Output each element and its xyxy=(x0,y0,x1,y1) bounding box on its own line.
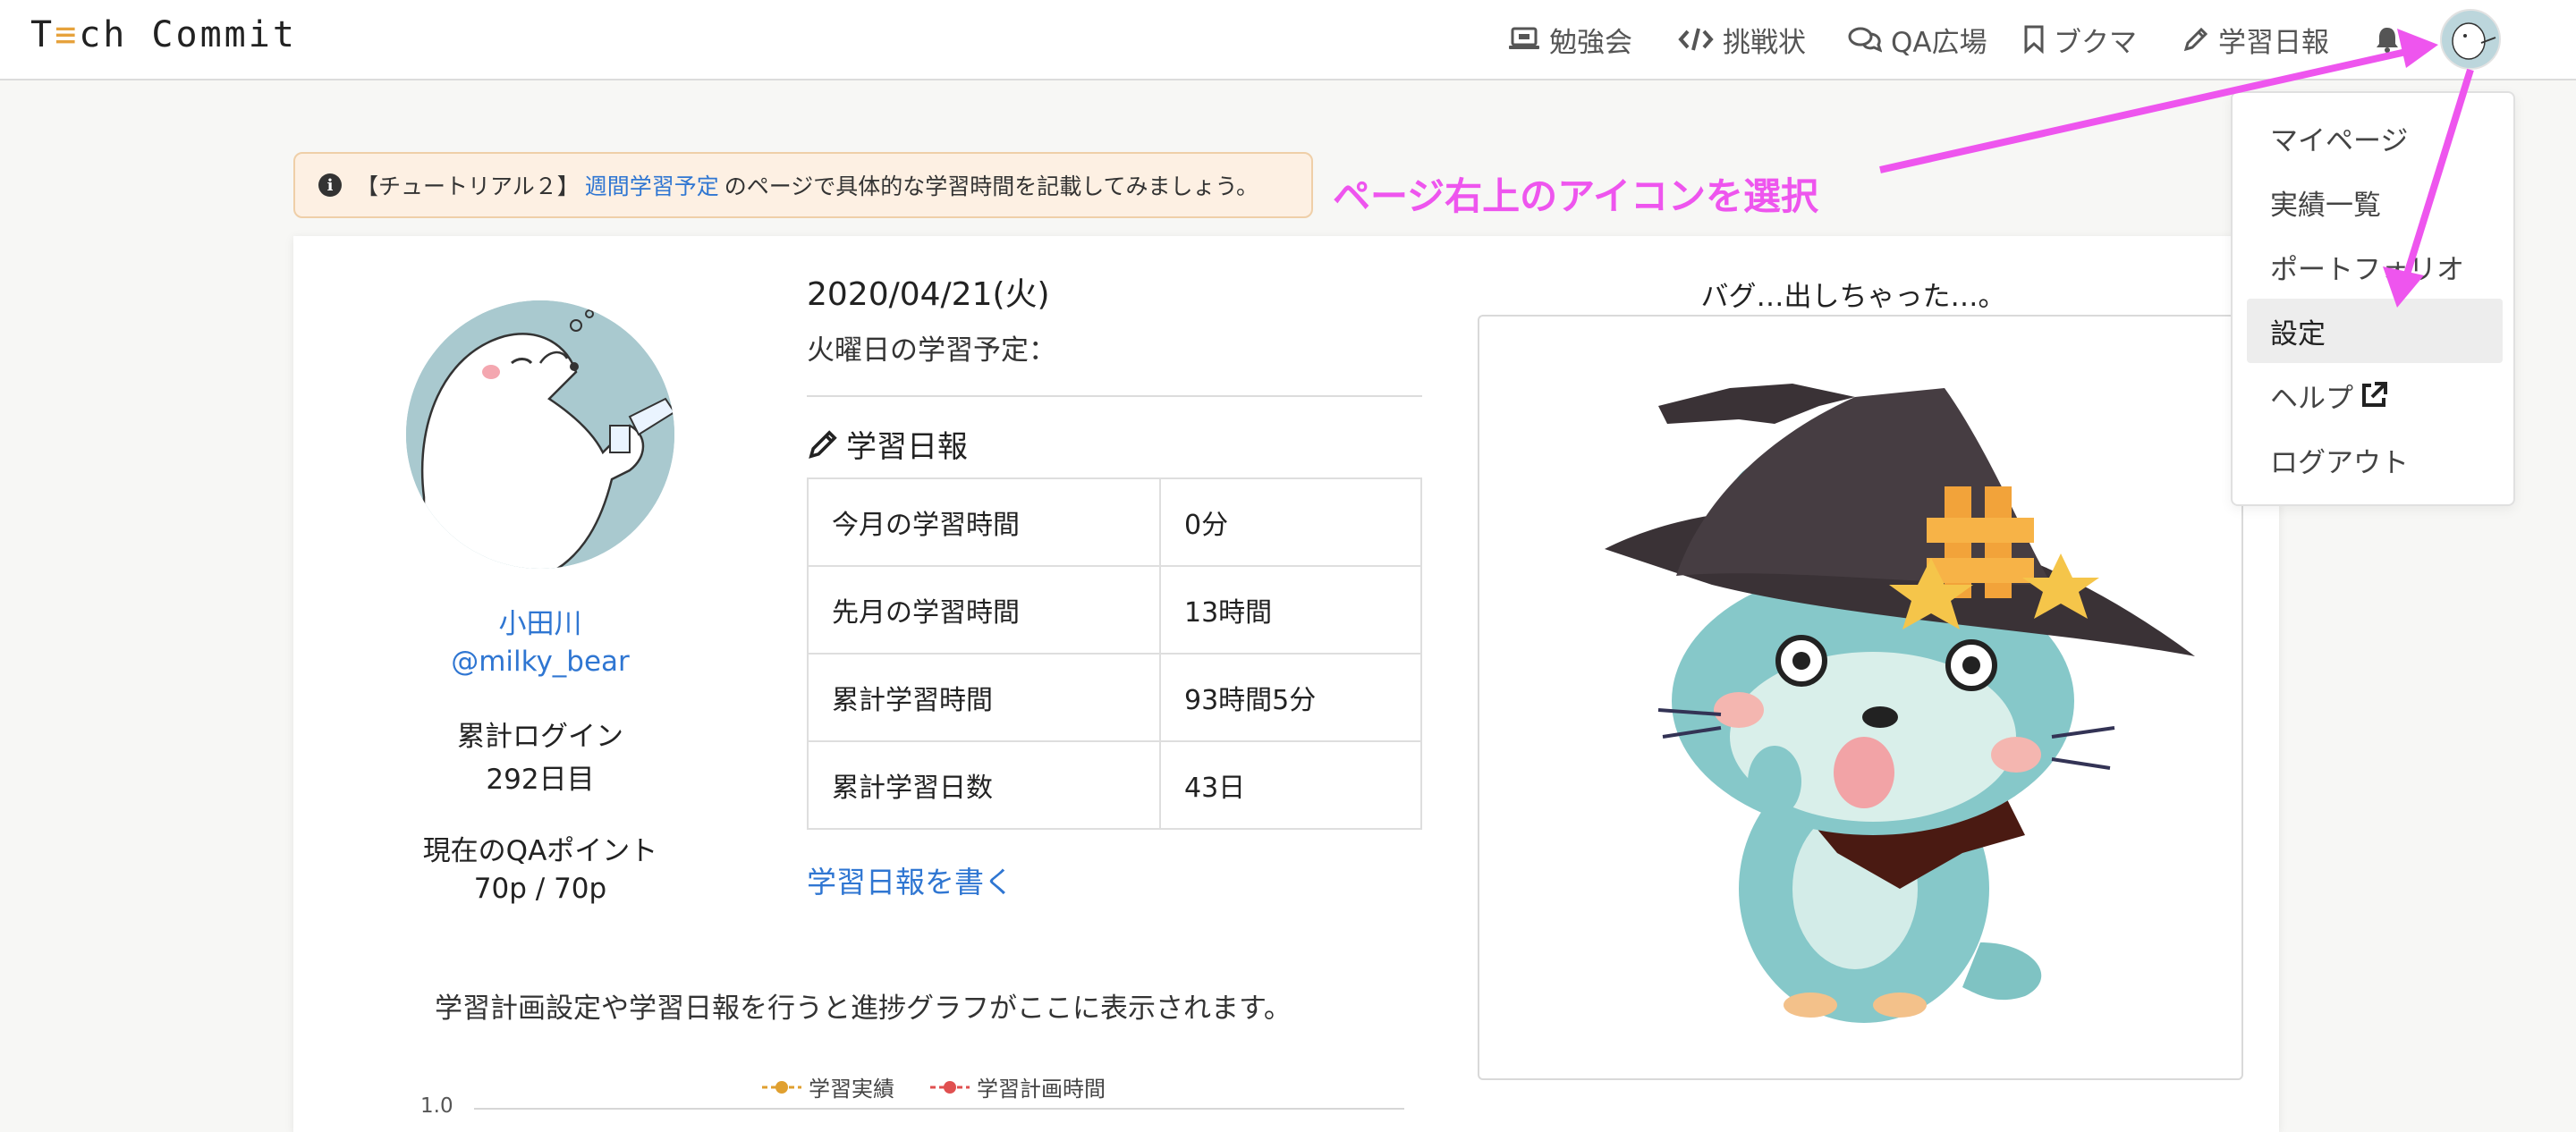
y-axis-tick: 1.0 xyxy=(420,1094,453,1118)
alert-suffix: のページで具体的な学習時間を記載してみましょう。 xyxy=(724,173,1259,199)
chart-legend: 学習実績 学習計画時間 xyxy=(762,1071,1141,1102)
schedule-label: 火曜日の学習予定： xyxy=(807,334,1056,367)
divider xyxy=(807,395,1422,397)
table-row: 累計学習日数 43日 xyxy=(807,740,1422,830)
menu-item-portfolio[interactable]: ポートフォリオ xyxy=(2247,234,2503,299)
code-icon xyxy=(1678,28,1714,51)
tutorial-alert: i 【チュートリアル２】 週間学習予定 のページで具体的な学習時間を記載してみま… xyxy=(293,152,1313,218)
notification-bell[interactable] xyxy=(2374,20,2410,59)
stat-label: 累計学習時間 xyxy=(807,653,1161,742)
stat-value: 93時間5分 xyxy=(1159,653,1422,742)
illustration-caption: バグ…出しちゃった…。 xyxy=(1700,281,2006,313)
stat-label: 今月の学習時間 xyxy=(807,477,1161,567)
nav-qa-square[interactable]: QA広場 xyxy=(1848,20,1987,59)
polar-bear-illustration xyxy=(406,300,674,569)
profile-name[interactable]: 小田川 xyxy=(361,601,719,641)
top-navbar: T≡ch Commit 勉強会 挑戦状 QA広場 ブクマ 学習日報 xyxy=(0,0,2576,80)
external-link-icon xyxy=(2362,382,2387,407)
weekly-plan-link[interactable]: 週間学習予定 xyxy=(585,169,719,201)
nav-daily-report[interactable]: 学習日報 xyxy=(2182,20,2329,59)
user-avatar-icon[interactable] xyxy=(2440,9,2501,70)
qa-points-value: 70p / 70p xyxy=(473,873,607,905)
report-date: 2020/04/21(火) xyxy=(807,276,1050,313)
study-stats-table: 今月の学習時間 0分 先月の学習時間 13時間 累計学習時間 93時間5分 累計… xyxy=(807,477,1422,830)
table-row: 累計学習時間 93時間5分 xyxy=(807,653,1422,742)
witch-otter-illustration xyxy=(1605,384,2195,1023)
chart-gridline xyxy=(474,1108,1404,1110)
user-dropdown-menu: マイページ 実績一覧 ポートフォリオ 設定 ヘルプ ログアウト xyxy=(2231,91,2515,506)
table-row: 今月の学習時間 0分 xyxy=(807,477,1422,567)
menu-item-mypage[interactable]: マイページ xyxy=(2247,106,2503,170)
instruction-annotation: ページ右上のアイコンを選択 xyxy=(1333,174,1819,218)
techcommit-logo[interactable]: T≡ch Commit xyxy=(30,14,297,55)
info-icon: i xyxy=(318,173,342,197)
write-report-link[interactable]: 学習日報を書く xyxy=(807,858,1013,901)
nav-bookmarks[interactable]: ブクマ xyxy=(2023,20,2137,59)
login-count: 292日目 xyxy=(486,764,595,796)
pencil-icon xyxy=(2183,27,2208,52)
stat-value: 0分 xyxy=(1159,477,1422,567)
menu-item-settings[interactable]: 設定 xyxy=(2247,299,2503,363)
legend-marker-actual xyxy=(762,1080,801,1094)
login-label: 累計ログイン xyxy=(457,721,623,753)
stat-value: 13時間 xyxy=(1159,565,1422,655)
pencil-icon xyxy=(809,429,837,459)
stat-label: 累計学習日数 xyxy=(807,740,1161,830)
legend-plan[interactable]: 学習計画時間 xyxy=(930,1071,1106,1102)
avatar-illustration xyxy=(2442,11,2499,68)
bookmark-icon xyxy=(2024,25,2044,54)
daily-report-heading: 学習日報 xyxy=(807,422,968,466)
legend-marker-plan xyxy=(930,1080,970,1094)
mascot-illustration-frame xyxy=(1478,315,2243,1080)
menu-item-help[interactable]: ヘルプ xyxy=(2247,363,2503,427)
legend-actual[interactable]: 学習実績 xyxy=(762,1071,894,1102)
menu-item-achievements[interactable]: 実績一覧 xyxy=(2247,170,2503,234)
laptop-icon xyxy=(1509,27,1539,49)
nav-challenge[interactable]: 挑戦状 xyxy=(1678,20,1806,59)
progress-graph-message: 学習計画設定や学習日報を行うと進捗グラフがここに表示されます。 xyxy=(435,993,1292,1025)
menu-item-logout[interactable]: ログアウト xyxy=(2247,427,2503,492)
profile-avatar xyxy=(406,300,674,569)
bell-icon xyxy=(2377,28,2398,53)
profile-handle[interactable]: @milky_bear xyxy=(361,646,719,678)
stat-value: 43日 xyxy=(1159,740,1422,830)
qa-points-label: 現在のQAポイント xyxy=(422,835,658,867)
chat-bubbles-icon xyxy=(1848,27,1882,53)
table-row: 先月の学習時間 13時間 xyxy=(807,565,1422,655)
alert-prefix: 【チュートリアル２】 xyxy=(356,173,580,199)
stat-label: 先月の学習時間 xyxy=(807,565,1161,655)
nav-study-group[interactable]: 勉強会 xyxy=(1508,20,1632,59)
